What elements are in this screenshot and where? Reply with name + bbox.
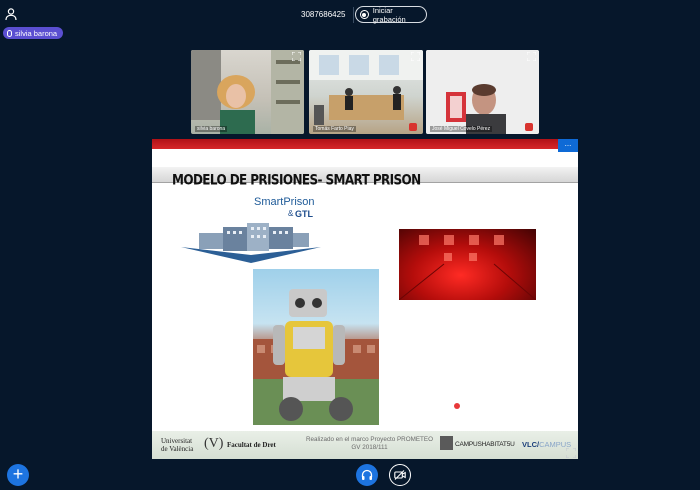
slide-title: MODELO DE PRISIONES- SMART PRISON (172, 172, 421, 189)
expand-icon[interactable] (411, 52, 420, 61)
meeting-id: 3087686425 (301, 10, 346, 19)
record-icon (360, 10, 369, 19)
participant-video-tile[interactable]: José Miguel Covelo Pérez (426, 50, 539, 134)
participant-video-image (426, 50, 539, 134)
header-divider (353, 7, 354, 23)
participant-name: silvia barona (195, 126, 228, 132)
expand-icon[interactable] (527, 52, 536, 61)
camera-off-icon (394, 470, 406, 480)
laser-pointer (454, 403, 460, 409)
university-logo-text: Universitat de València (161, 437, 194, 453)
campus-habitat-text: CAMPUSHABITAT5U (455, 441, 515, 448)
camera-toggle-button[interactable] (389, 464, 411, 486)
microphone-icon (7, 29, 12, 37)
prison-building-graphic (181, 223, 321, 263)
audio-button[interactable] (356, 464, 378, 486)
actions-add-button[interactable]: + (7, 464, 29, 486)
record-label: Iniciar grabación (372, 5, 406, 24)
vlc-campus-logo: VLC/CAMPUS (522, 440, 572, 449)
user-icon[interactable] (4, 7, 18, 21)
participant-video-tile[interactable]: silvia barona (191, 50, 304, 134)
muted-icon (409, 123, 417, 131)
presentation-options-button[interactable]: ... (558, 139, 578, 152)
start-recording-button[interactable]: Iniciar grabación (355, 5, 427, 24)
gtl-logo-text: GTL (295, 209, 313, 219)
participant-video-tile[interactable]: Tomás Farto Piay (309, 50, 423, 134)
participant-name: Tomás Farto Piay (313, 126, 356, 132)
red-room-image (399, 229, 536, 300)
participant-video-image (309, 50, 423, 125)
robot-image (253, 269, 379, 425)
campus-logo-icon (440, 436, 453, 450)
brand-ampersand: & (288, 209, 294, 218)
participant-name: José Miguel Covelo Pérez (430, 126, 493, 132)
presenter-badge: silvia barona (3, 27, 64, 39)
university-mark: (V) (204, 436, 224, 451)
participant-video-image (191, 50, 304, 134)
presentation-slide: ... MODELO DE PRISIONES- SMART PRISON Sm… (152, 139, 578, 459)
expand-icon[interactable] (292, 52, 301, 61)
headphones-icon (361, 469, 373, 480)
presenter-name: silvia barona (15, 28, 58, 38)
slide-top-bar (152, 139, 578, 149)
muted-icon (525, 123, 533, 131)
faculty-name: Facultat de Dret (227, 441, 276, 449)
project-credit: Realizado en el marco Proyecto PROMETEO … (305, 436, 434, 451)
smartprison-logo-text: SmartPrison (254, 196, 315, 208)
fullscreen-icon[interactable] (566, 448, 576, 458)
